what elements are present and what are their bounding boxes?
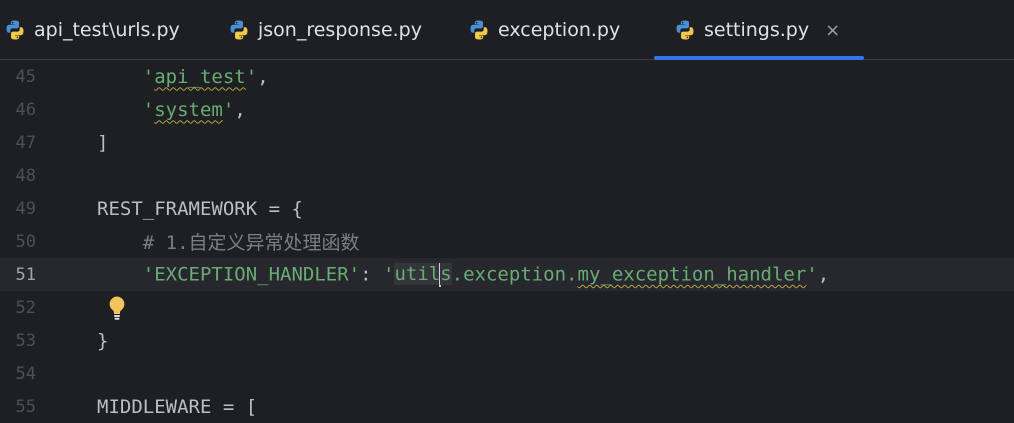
line-number: 52: [15, 297, 36, 318]
string-quote: ': [222, 98, 235, 121]
line-number: 51: [15, 264, 36, 285]
code-text[interactable]: 'system',: [97, 99, 246, 121]
string-part-warning: my_exception_handler: [577, 263, 807, 285]
dict-key: 'EXCEPTION_HANDLER': [142, 263, 361, 285]
string-quote: ': [142, 98, 155, 121]
python-file-icon: [6, 20, 24, 40]
line-number: 53: [15, 330, 36, 351]
string-part-highlighted: s: [440, 263, 452, 285]
code-line: 46 'system',: [0, 93, 1014, 126]
punctuation: ,: [234, 98, 246, 121]
punctuation: :: [360, 263, 383, 285]
string-quote: ': [142, 65, 155, 88]
string-quote: ': [245, 65, 258, 88]
tab-api-test-urls[interactable]: api_test\urls.py: [4, 0, 180, 60]
editor-tab-bar: api_test\urls.py json_response.py except…: [0, 0, 1014, 60]
code-text[interactable]: }: [97, 330, 108, 352]
code-line: 53 }: [0, 324, 1014, 357]
code-line: 47 ]: [0, 126, 1014, 159]
line-number: 48: [15, 165, 36, 186]
code-line: 55 MIDDLEWARE = [: [0, 390, 1014, 423]
punctuation: ,: [817, 263, 830, 285]
code-line: 50 # 1.自定义异常处理函数: [0, 225, 1014, 258]
code-text[interactable]: MIDDLEWARE = [: [97, 396, 257, 418]
code-line: 52: [0, 291, 1014, 324]
line-number: 47: [15, 132, 36, 153]
string-literal: system: [154, 98, 223, 121]
tab-label: api_test\urls.py: [34, 19, 180, 41]
line-number: 54: [15, 363, 36, 384]
code-comment: # 1.自定义异常处理函数: [142, 232, 360, 254]
string-part: .exception.: [451, 263, 578, 285]
code-text[interactable]: 'EXCEPTION_HANDLER': 'utils.exception.my…: [97, 262, 830, 287]
tab-label: settings.py: [704, 19, 810, 41]
code-text[interactable]: ]: [97, 132, 108, 154]
code-line-current: 51 'EXCEPTION_HANDLER': 'utils.exception…: [0, 258, 1014, 291]
tab-label: json_response.py: [258, 19, 422, 41]
string-literal: api_test: [154, 65, 246, 88]
line-number: 46: [15, 99, 36, 120]
line-number: 45: [15, 66, 36, 87]
tab-settings[interactable]: settings.py ×: [654, 0, 865, 60]
python-file-icon: [230, 20, 248, 40]
line-number: 50: [15, 231, 36, 252]
line-number: 49: [15, 198, 36, 219]
python-file-icon: [470, 20, 488, 40]
code-text[interactable]: 'api_test',: [97, 66, 269, 88]
code-line: 48: [0, 159, 1014, 192]
lightbulb-icon[interactable]: [107, 295, 127, 321]
code-line: 49 REST_FRAMEWORK = {: [0, 192, 1014, 225]
close-tab-icon[interactable]: ×: [825, 20, 840, 41]
punctuation: ,: [257, 65, 269, 88]
code-text[interactable]: # 1.自定义异常处理函数: [97, 228, 360, 255]
code-editor[interactable]: 45 'api_test', 46 'system', 47 ] 48 49 R…: [0, 60, 1014, 420]
string-part-highlighted: util: [394, 263, 441, 285]
tab-json-response[interactable]: json_response.py: [228, 0, 422, 60]
string-quote: ': [806, 263, 818, 285]
tab-exception[interactable]: exception.py: [468, 0, 620, 60]
code-line: 45 'api_test',: [0, 60, 1014, 93]
code-text[interactable]: REST_FRAMEWORK = {: [97, 198, 303, 220]
line-number: 55: [15, 396, 36, 417]
tab-label: exception.py: [498, 19, 621, 41]
string-quote: ': [383, 263, 395, 285]
code-line: 54: [0, 357, 1014, 390]
python-file-icon: [676, 20, 694, 40]
